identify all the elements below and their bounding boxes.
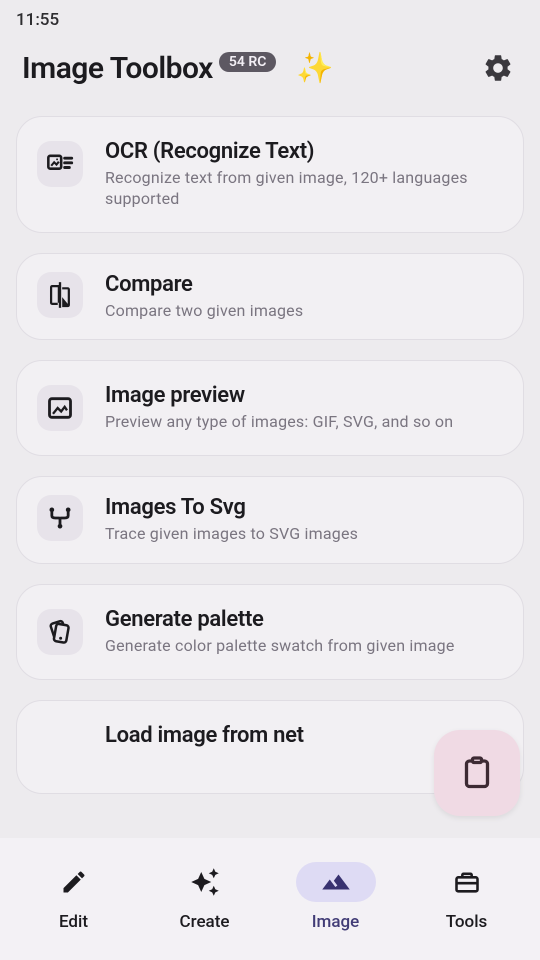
gear-icon xyxy=(482,52,514,84)
app-header: Image Toolbox 54 RC ✨ xyxy=(0,34,540,116)
sparkle-icon: ✨ xyxy=(296,51,333,86)
card-desc: Recognize text from given image, 120+ la… xyxy=(105,168,503,210)
card-svg[interactable]: Images To Svg Trace given images to SVG … xyxy=(16,476,524,564)
ocr-icon xyxy=(37,141,83,187)
nav-edit[interactable]: Edit xyxy=(14,862,134,932)
card-desc: Trace given images to SVG images xyxy=(105,524,503,545)
card-title: Generate palette xyxy=(105,607,503,632)
nav-tools[interactable]: Tools xyxy=(407,862,527,932)
card-title: Images To Svg xyxy=(105,495,503,520)
clipboard-fab[interactable] xyxy=(434,730,520,816)
card-desc: Preview any type of images: GIF, SVG, an… xyxy=(105,412,503,433)
nav-create[interactable]: Create xyxy=(145,862,265,932)
nav-label: Image xyxy=(312,912,360,932)
card-compare[interactable]: Compare Compare two given images xyxy=(16,253,524,341)
image-preview-icon xyxy=(37,385,83,431)
content-area: OCR (Recognize Text) Recognize text from… xyxy=(0,116,540,826)
status-time: 11:55 xyxy=(16,10,59,30)
bottom-nav: Edit Create Image Tools xyxy=(0,838,540,960)
status-bar: 11:55 xyxy=(0,0,540,34)
sparkle-icon xyxy=(190,867,220,897)
card-preview[interactable]: Image preview Preview any type of images… xyxy=(16,360,524,456)
clipboard-icon xyxy=(459,755,495,791)
nav-label: Create xyxy=(180,912,230,932)
landscape-icon xyxy=(321,867,351,897)
svg-trace-icon xyxy=(37,495,83,541)
card-title: OCR (Recognize Text) xyxy=(105,139,503,164)
toolbox-icon xyxy=(453,868,481,896)
palette-icon xyxy=(37,609,83,655)
compare-icon xyxy=(37,272,83,318)
settings-button[interactable] xyxy=(478,48,518,88)
nav-label: Edit xyxy=(59,912,88,932)
card-desc: Compare two given images xyxy=(105,301,503,322)
nav-image[interactable]: Image xyxy=(276,862,396,932)
card-ocr[interactable]: OCR (Recognize Text) Recognize text from… xyxy=(16,116,524,233)
version-badge: 54 RC xyxy=(219,52,277,72)
nav-label: Tools xyxy=(446,912,488,932)
card-desc: Generate color palette swatch from given… xyxy=(105,636,503,657)
edit-icon xyxy=(60,868,88,896)
card-palette[interactable]: Generate palette Generate color palette … xyxy=(16,584,524,680)
app-title: Image Toolbox xyxy=(22,51,213,86)
card-title: Compare xyxy=(105,272,503,297)
card-title: Image preview xyxy=(105,383,503,408)
